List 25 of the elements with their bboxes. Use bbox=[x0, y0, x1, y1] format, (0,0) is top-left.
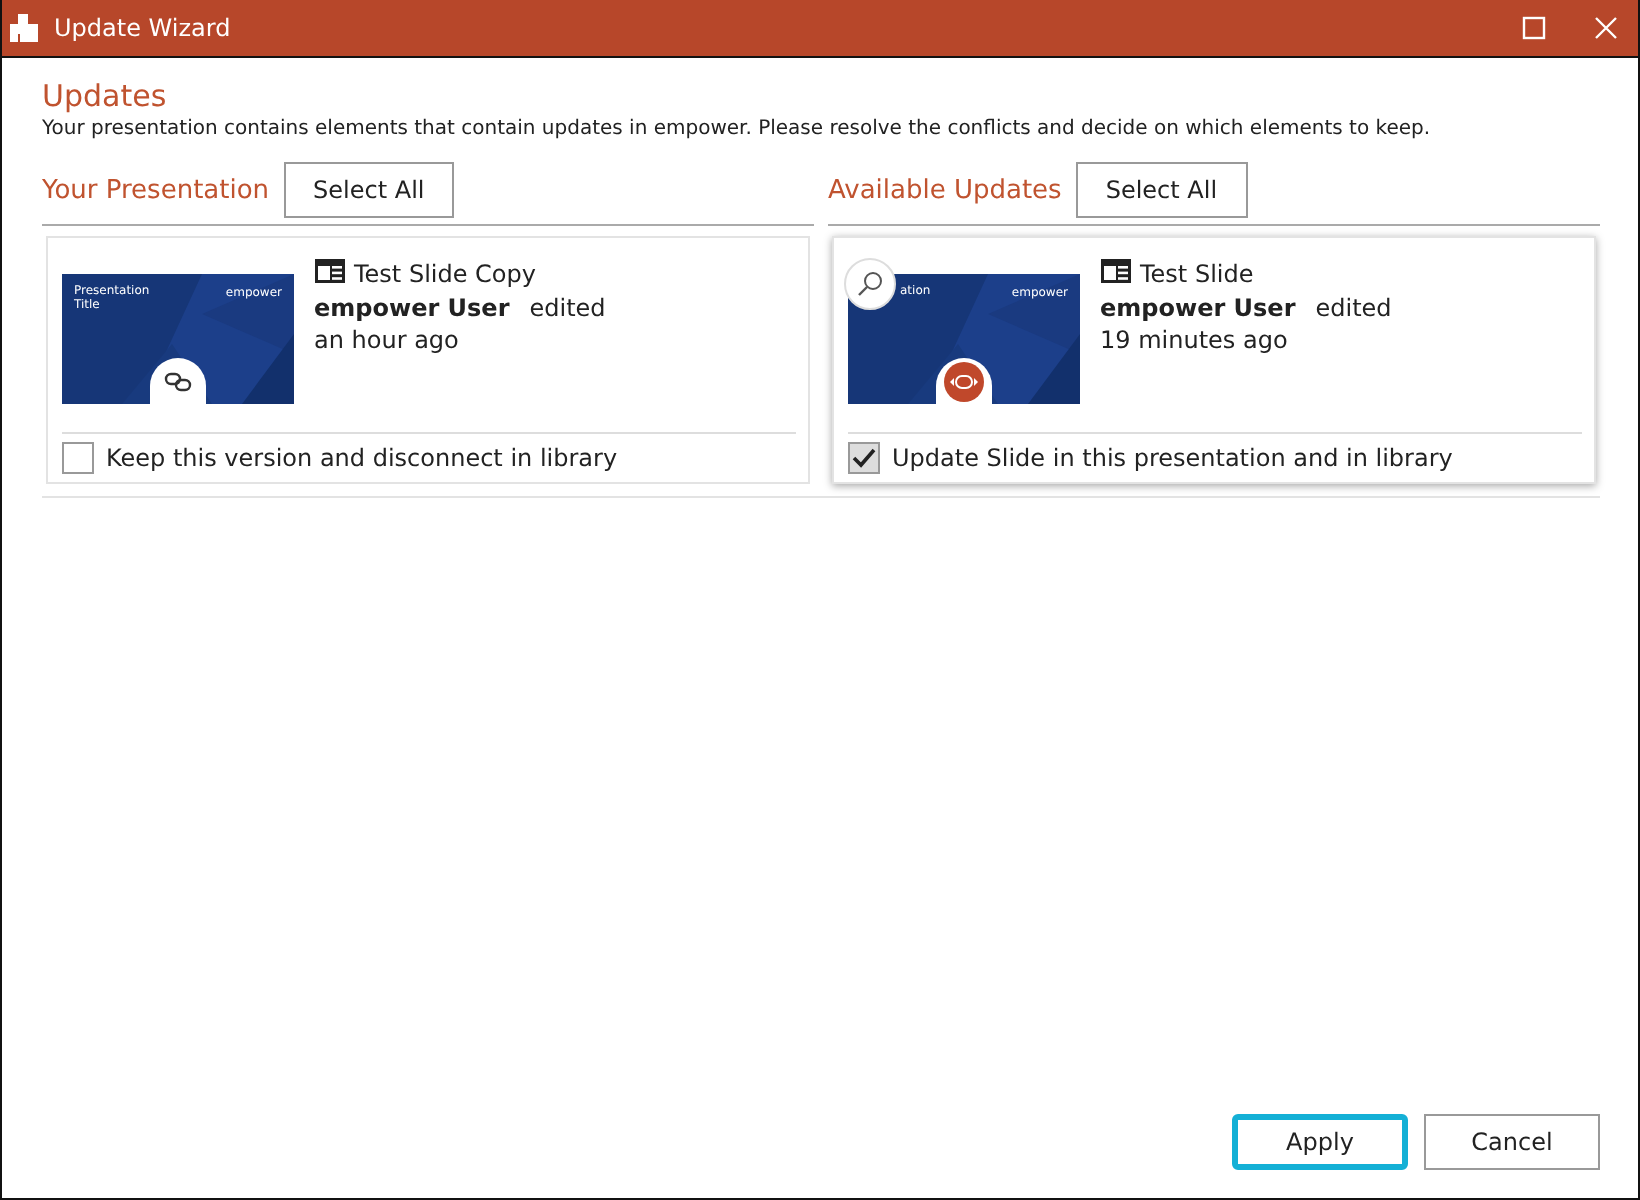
window-title: Update Wizard bbox=[54, 14, 231, 42]
action-text: edited bbox=[529, 294, 606, 322]
checkbox[interactable] bbox=[848, 442, 880, 474]
checkbox[interactable] bbox=[62, 442, 94, 474]
checkbox-label: Keep this version and disconnect in library bbox=[106, 444, 618, 472]
select-all-button[interactable]: Select All bbox=[1075, 162, 1248, 218]
action-text: edited bbox=[1315, 294, 1392, 322]
checkbox-label: Update Slide in this presentation and in library bbox=[892, 444, 1453, 472]
search-icon[interactable] bbox=[844, 258, 896, 310]
slide-name: Test Slide Copy bbox=[354, 260, 536, 288]
slide-name: Test Slide bbox=[1140, 260, 1254, 288]
select-all-button[interactable]: Select All bbox=[283, 162, 455, 218]
column-title: Available Updates bbox=[828, 175, 1062, 205]
time-text: 19 minutes ago bbox=[1100, 326, 1290, 354]
maximize-icon[interactable] bbox=[1522, 16, 1546, 40]
time-text: an hour ago bbox=[314, 326, 461, 354]
user-name: empower User bbox=[1100, 294, 1296, 322]
app-logo-icon bbox=[10, 14, 38, 42]
section-heading: Updates bbox=[42, 78, 169, 116]
column-title: Your Presentation bbox=[42, 175, 270, 205]
close-icon[interactable] bbox=[1594, 16, 1618, 40]
description-text: Your presentation contains elements that contain updates in empower. Please resolve the conflicts and decide on which elements to keep. bbox=[42, 116, 1433, 144]
dialog-button[interactable]: Cancel bbox=[1424, 1114, 1600, 1170]
dialog-button[interactable]: Apply bbox=[1232, 1114, 1408, 1170]
user-name: empower User bbox=[314, 294, 510, 322]
